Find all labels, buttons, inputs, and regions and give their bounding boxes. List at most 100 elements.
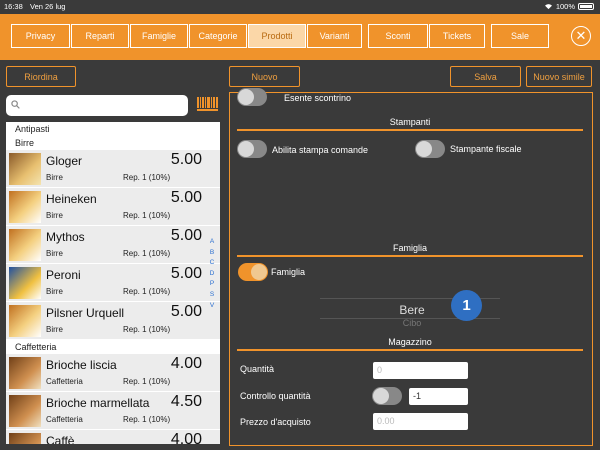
product-name: Heineken	[46, 192, 97, 206]
product-price: 4.00	[170, 431, 202, 444]
product-reparto: Rep. 1 (10%)	[123, 377, 171, 386]
salva-button[interactable]: Salva	[450, 66, 521, 87]
tab-privacy[interactable]: Privacy	[11, 24, 70, 48]
quantita-input[interactable]: 0	[373, 362, 468, 379]
battery-icon	[578, 3, 594, 10]
toggle-knob	[373, 388, 389, 404]
stampanti-divider	[237, 129, 583, 131]
index-letter[interactable]: D	[207, 269, 217, 280]
stampanti-title: Stampanti	[389, 117, 431, 127]
top-tab-bar: Privacy Reparti Famiglie Categorie Prodo…	[0, 14, 600, 60]
tab-categorie[interactable]: Categorie	[189, 24, 247, 48]
index-letter[interactable]: P	[207, 279, 217, 290]
tab-reparti[interactable]: Reparti	[71, 24, 129, 48]
step-badge: 1	[451, 290, 482, 321]
group-header-birre: Birre	[6, 136, 220, 150]
status-bar: 16:38 Ven 26 lug 100%	[0, 0, 600, 14]
tab-tickets[interactable]: Tickets	[429, 24, 485, 48]
index-letter[interactable]: S	[207, 290, 217, 301]
riordina-button[interactable]: Riordina	[6, 66, 76, 87]
status-right: 100%	[544, 2, 594, 11]
close-icon: ✕	[575, 28, 587, 43]
list-item[interactable]: Peroni 5.00 Birre Rep. 1 (10%)	[6, 264, 220, 302]
quantita-label: Quantità	[240, 364, 275, 374]
index-letter[interactable]: A	[207, 237, 217, 248]
wifi-icon	[544, 4, 552, 10]
list-item[interactable]: Gloger 5.00 Birre Rep. 1 (10%)	[6, 150, 220, 188]
index-letter[interactable]: C	[207, 258, 217, 269]
abilita-stampa-toggle[interactable]	[237, 140, 267, 158]
stampante-fiscale-label: Stampante fiscale	[450, 144, 522, 154]
product-reparto: Rep. 1 (10%)	[123, 287, 171, 296]
prezzo-acquisto-input[interactable]: 0.00	[373, 413, 468, 430]
close-button[interactable]: ✕	[571, 26, 591, 46]
product-reparto: Rep. 1 (10%)	[123, 249, 171, 258]
list-item[interactable]: Brioche marmellata 4.50 Caffetteria Rep.…	[6, 392, 220, 430]
product-reparto: Rep. 1 (10%)	[123, 325, 171, 334]
product-category: Birre	[46, 325, 63, 334]
stampante-fiscale-toggle[interactable]	[415, 140, 445, 158]
esente-scontrino-toggle[interactable]	[237, 88, 267, 106]
product-thumbnail	[9, 153, 41, 185]
search-icon	[11, 100, 20, 109]
index-letter[interactable]: V	[207, 301, 217, 312]
list-item[interactable]: Mythos 5.00 Birre Rep. 1 (10%)	[6, 226, 220, 264]
barcode-icon[interactable]	[197, 97, 218, 112]
list-item[interactable]: Pilsner Urquell 5.00 Birre Rep. 1 (10%)	[6, 302, 220, 340]
product-name: Brioche marmellata	[46, 396, 150, 410]
tab-famiglie[interactable]: Famiglie	[130, 24, 188, 48]
product-price: 5.00	[170, 303, 202, 320]
product-thumbnail	[9, 395, 41, 427]
magazzino-divider	[237, 349, 583, 351]
nuovo-button[interactable]: Nuovo	[229, 66, 300, 87]
tab-sale[interactable]: Sale	[491, 24, 549, 48]
section-index[interactable]: A B C D P S V	[207, 237, 217, 311]
controllo-quantita-input[interactable]: -1	[409, 388, 468, 405]
list-item[interactable]: Caffè 4.00	[6, 430, 220, 444]
toggle-knob	[238, 141, 254, 157]
product-thumbnail	[9, 191, 41, 223]
group-header-caffetteria: Caffetteria	[6, 340, 220, 354]
nuovo-simile-button[interactable]: Nuovo simile	[526, 66, 592, 87]
product-price: 5.00	[170, 227, 202, 244]
product-name: Brioche liscia	[46, 358, 117, 372]
status-time: 16:38	[4, 2, 23, 11]
controllo-quantita-label: Controllo quantità	[240, 391, 311, 401]
index-letter[interactable]: B	[207, 248, 217, 259]
product-reparto: Rep. 1 (10%)	[123, 415, 171, 424]
product-category: Birre	[46, 249, 63, 258]
tab-prodotti[interactable]: Prodotti	[248, 24, 306, 48]
product-list[interactable]: Antipasti Birre Gloger 5.00 Birre Rep. 1…	[6, 122, 220, 444]
controllo-quantita-toggle[interactable]	[372, 387, 402, 405]
famiglia-picker-selected[interactable]: Bere	[382, 303, 442, 317]
status-date: Ven 26 lug	[30, 2, 66, 11]
product-category: Birre	[46, 211, 63, 220]
famiglia-picker-option[interactable]: Cibo	[382, 318, 442, 328]
prezzo-acquisto-label: Prezzo d'acquisto	[240, 417, 311, 427]
product-price: 5.00	[170, 189, 202, 206]
product-reparto: Rep. 1 (10%)	[123, 173, 171, 182]
product-category: Birre	[46, 173, 63, 182]
product-name: Gloger	[46, 154, 83, 168]
product-price: 4.50	[170, 393, 202, 410]
product-category: Caffetteria	[46, 415, 83, 424]
famiglia-toggle[interactable]	[238, 263, 268, 281]
product-category: Caffetteria	[46, 377, 83, 386]
list-item[interactable]: Brioche liscia 4.00 Caffetteria Rep. 1 (…	[6, 354, 220, 392]
product-thumbnail	[9, 433, 41, 444]
magazzino-title: Magazzino	[388, 337, 432, 347]
product-price: 5.00	[170, 265, 202, 282]
famiglia-title: Famiglia	[392, 243, 427, 253]
tab-sconti[interactable]: Sconti	[368, 24, 428, 48]
list-item[interactable]: Heineken 5.00 Birre Rep. 1 (10%)	[6, 188, 220, 226]
product-reparto: Rep. 1 (10%)	[123, 211, 171, 220]
tab-varianti[interactable]: Varianti	[307, 24, 362, 48]
product-thumbnail	[9, 229, 41, 261]
search-input[interactable]	[6, 95, 188, 116]
famiglia-divider	[237, 255, 583, 257]
toggle-knob	[416, 141, 432, 157]
famiglia-label: Famiglia	[271, 267, 306, 277]
tab-strip: Privacy Reparti Famiglie Categorie Prodo…	[11, 24, 550, 48]
product-price: 4.00	[170, 355, 202, 372]
product-price: 5.00	[170, 151, 202, 168]
